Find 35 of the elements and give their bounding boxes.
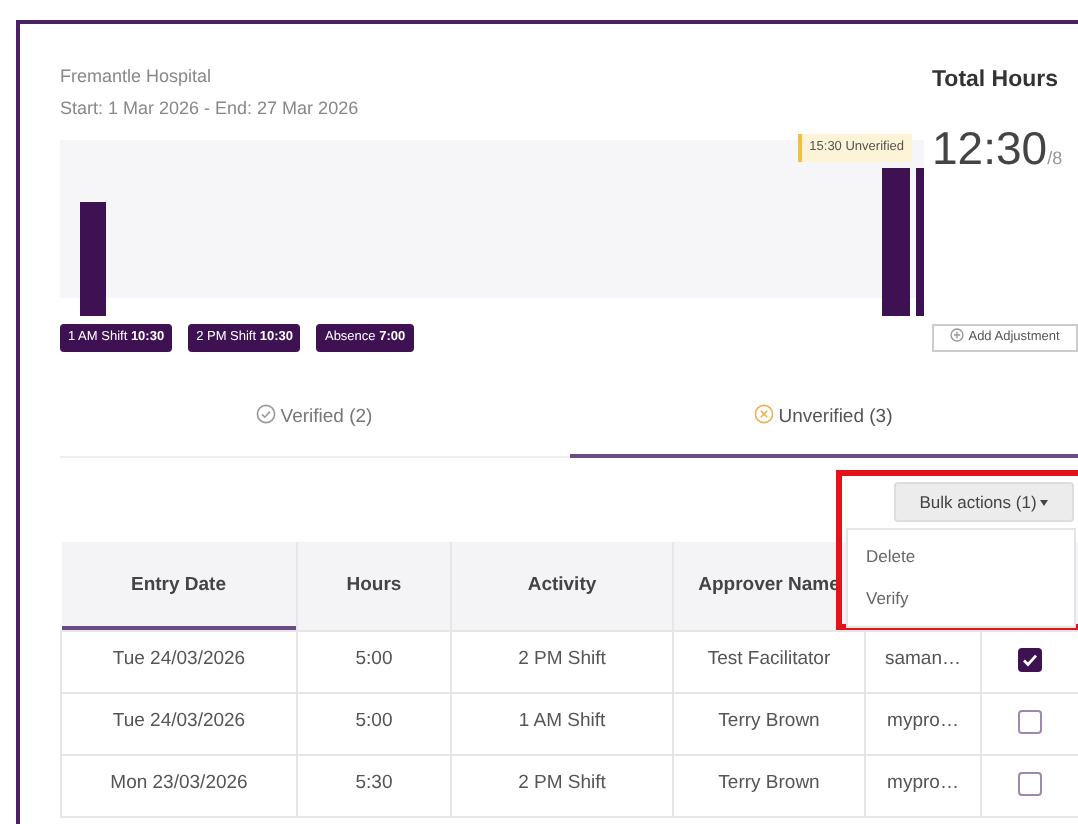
check-icon [1020,649,1040,670]
target-hours: /8 [1047,148,1063,169]
total-hours-label: Total Hours [932,66,1061,96]
table-cell: Test Facilitator [673,630,865,692]
table-cell: 2 PM Shift [451,630,673,692]
table-cell: Tue 24/03/2026 [61,692,297,754]
table-cell: 5:00 [297,630,451,692]
table-cell: mypro… [865,754,981,816]
table-cell: 1 AM Shift [451,692,673,754]
column-header: Hours [297,542,451,630]
table-cell: saman… [865,630,981,692]
table-cell: Terry Brown [673,754,865,816]
site-name: Fremantle Hospital [60,64,214,90]
table-cell: mypro… [865,692,981,754]
caret-icon [1040,499,1049,506]
table-cell: 5:00 [297,692,451,754]
column-header: Entry Date [61,542,297,630]
table-cell: 5:30 [297,754,451,816]
check-circle-icon [256,404,277,425]
row-checkbox[interactable] [1018,709,1042,734]
bulk-actions-button[interactable]: Bulk actions (1) [894,482,1074,522]
table-cell: 2 PM Shift [451,754,673,816]
tab[interactable]: Verified (2) [60,383,569,458]
row-checkbox[interactable] [1018,771,1042,796]
table-cell: Mon 23/03/2026 [61,754,297,816]
row-checkbox[interactable] [1018,647,1042,672]
tab[interactable]: Unverified (3) [569,383,1078,458]
table-cell: Tue 24/03/2026 [61,630,297,692]
table-cell: Terry Brown [673,692,865,754]
column-header: Activity [451,542,673,630]
plus-circle-icon [950,328,965,342]
chart-bar [80,202,106,316]
date-range: Start: 1 Mar 2026 - End: 27 Mar 2026 [60,96,361,122]
total-hours-value: 12:30 [932,122,1048,175]
cross-circle-icon [754,403,775,424]
